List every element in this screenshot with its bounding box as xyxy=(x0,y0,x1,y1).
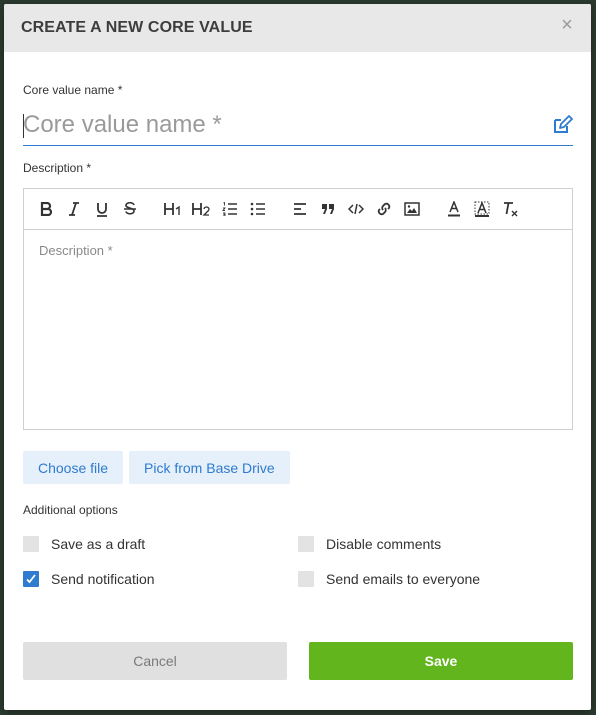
option-disable-comments[interactable]: Disable comments xyxy=(298,536,441,552)
font-color-icon[interactable] xyxy=(444,199,464,219)
code-icon[interactable] xyxy=(346,199,366,219)
additional-options-heading: Additional options xyxy=(23,503,118,517)
description-label: Description * xyxy=(23,161,92,175)
name-field-label: Core value name * xyxy=(23,83,123,97)
ordered-list-icon[interactable] xyxy=(220,199,240,219)
checkmark-icon xyxy=(26,574,36,584)
h2-icon[interactable] xyxy=(190,199,212,219)
disable-comments-label: Disable comments xyxy=(326,536,442,552)
link-icon[interactable] xyxy=(374,199,394,219)
edit-icon[interactable] xyxy=(551,114,573,136)
quote-icon[interactable] xyxy=(318,199,338,219)
image-icon[interactable] xyxy=(402,199,422,219)
disable-comments-checkbox[interactable] xyxy=(298,536,314,552)
option-save-as-draft[interactable]: Save as a draft xyxy=(23,536,145,552)
bold-icon[interactable] xyxy=(36,199,56,219)
save-as-draft-label: Save as a draft xyxy=(51,536,146,552)
underline-icon[interactable] xyxy=(92,199,112,219)
strikethrough-icon[interactable] xyxy=(120,199,140,219)
option-send-emails-to-everyone[interactable]: Send emails to everyone xyxy=(298,571,480,587)
dialog-title: CREATE A NEW CORE VALUE xyxy=(21,19,253,36)
description-editor-placeholder[interactable]: Description * xyxy=(39,243,113,258)
save-button[interactable]: Save xyxy=(309,642,573,680)
dialog-header: CREATE A NEW CORE VALUE × xyxy=(4,4,591,52)
background-color-icon[interactable] xyxy=(472,199,492,219)
description-editor: Description * xyxy=(23,188,573,430)
send-notification-checkbox[interactable] xyxy=(23,571,39,587)
save-as-draft-checkbox[interactable] xyxy=(23,536,39,552)
pick-from-base-drive-button[interactable]: Pick from Base Drive xyxy=(129,451,290,484)
send-emails-label: Send emails to everyone xyxy=(326,571,481,587)
send-emails-checkbox[interactable] xyxy=(298,571,314,587)
bullet-list-icon[interactable] xyxy=(248,199,268,219)
align-left-icon[interactable] xyxy=(290,199,310,219)
send-notification-label: Send notification xyxy=(51,571,155,587)
core-value-name-input[interactable] xyxy=(23,107,533,143)
close-icon[interactable]: × xyxy=(557,15,577,35)
text-caret xyxy=(23,114,24,138)
choose-file-button[interactable]: Choose file xyxy=(23,451,124,484)
clear-format-icon[interactable] xyxy=(500,199,520,219)
create-core-value-dialog: CREATE A NEW CORE VALUE × Core value nam… xyxy=(4,4,591,710)
italic-icon[interactable] xyxy=(64,199,84,219)
option-send-notification[interactable]: Send notification xyxy=(23,571,155,587)
cancel-button[interactable]: Cancel xyxy=(23,642,287,680)
core-value-name-field xyxy=(23,107,573,146)
h1-icon[interactable] xyxy=(162,199,184,219)
editor-toolbar xyxy=(24,189,572,230)
